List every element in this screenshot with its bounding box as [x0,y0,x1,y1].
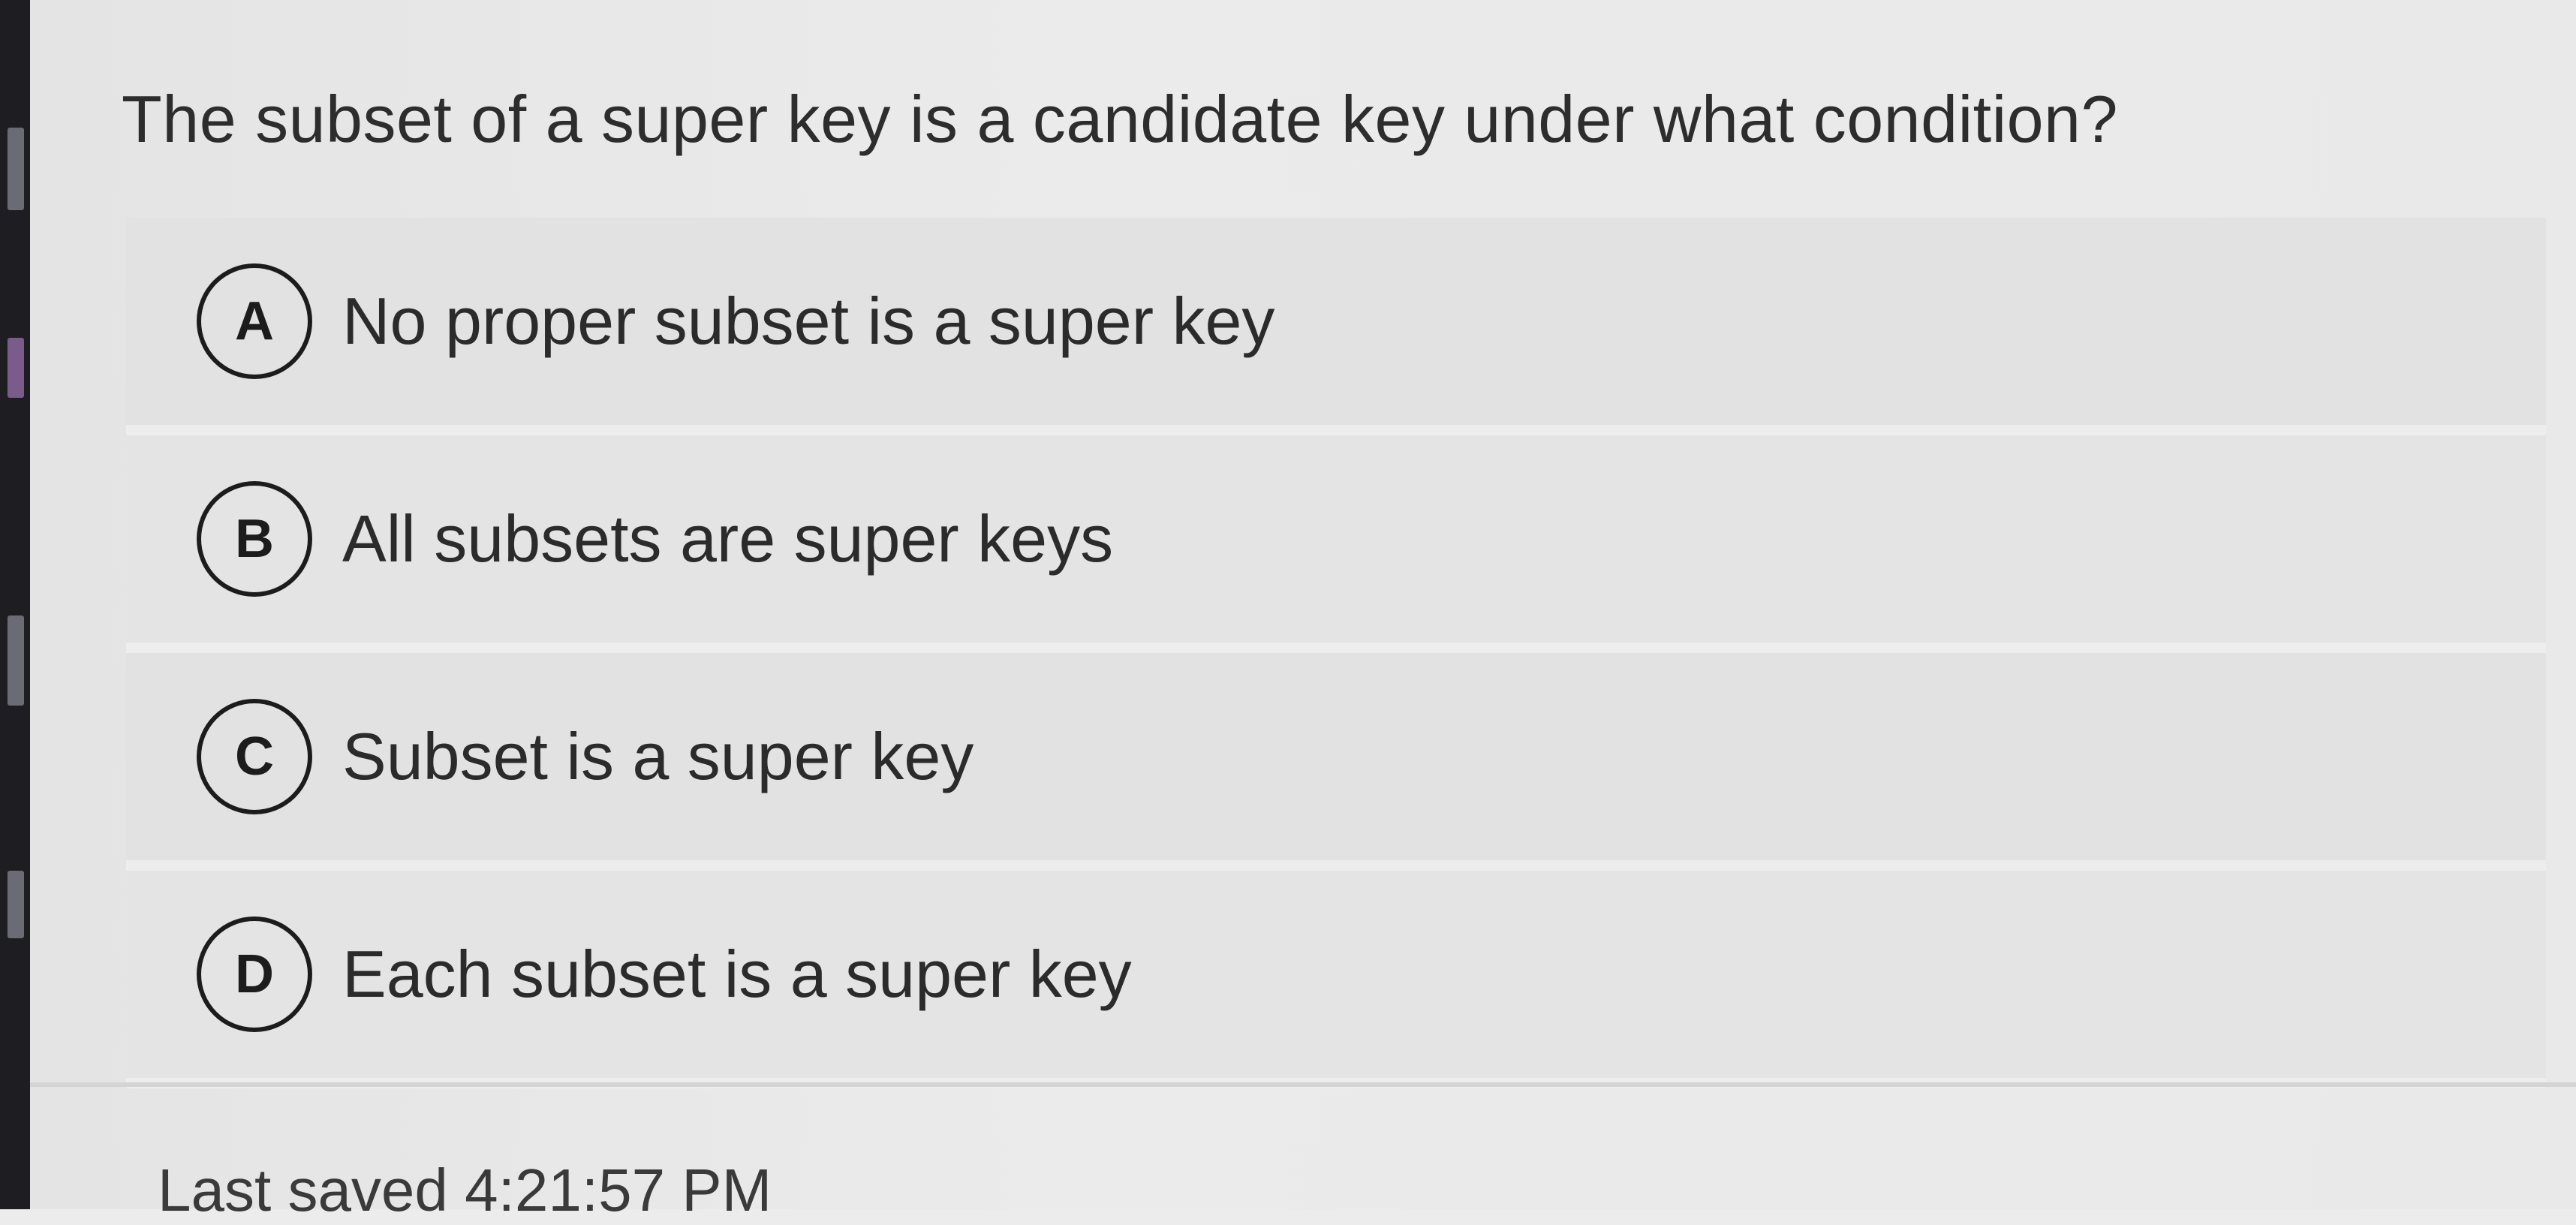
option-c-label: Subset is a super key [342,719,974,793]
option-d-radio[interactable]: D [197,916,312,1032]
partial-element [8,128,24,210]
option-b-radio[interactable]: B [197,481,312,597]
partial-element [8,871,24,938]
last-saved-status: Last saved 4:21:57 PM [158,1157,772,1223]
partial-element [8,338,24,398]
option-d[interactable]: D Each subset is a super key [126,871,2546,1088]
option-d-label: Each subset is a super key [342,937,1132,1011]
partial-element [8,616,24,706]
left-window-edge [0,0,30,1209]
option-b-label: All subsets are super keys [342,501,1114,576]
option-c[interactable]: C Subset is a super key [126,653,2546,871]
footer-divider [30,1082,2576,1087]
answer-options: A No proper subset is a super key B All … [126,218,2546,1088]
question-text: The subset of a super key is a candidate… [122,82,2118,156]
option-c-radio[interactable]: C [197,699,312,814]
option-b[interactable]: B All subsets are super keys [126,435,2546,653]
option-a[interactable]: A No proper subset is a super key [126,218,2546,435]
option-a-radio[interactable]: A [197,263,312,379]
option-a-label: No proper subset is a super key [342,284,1275,358]
